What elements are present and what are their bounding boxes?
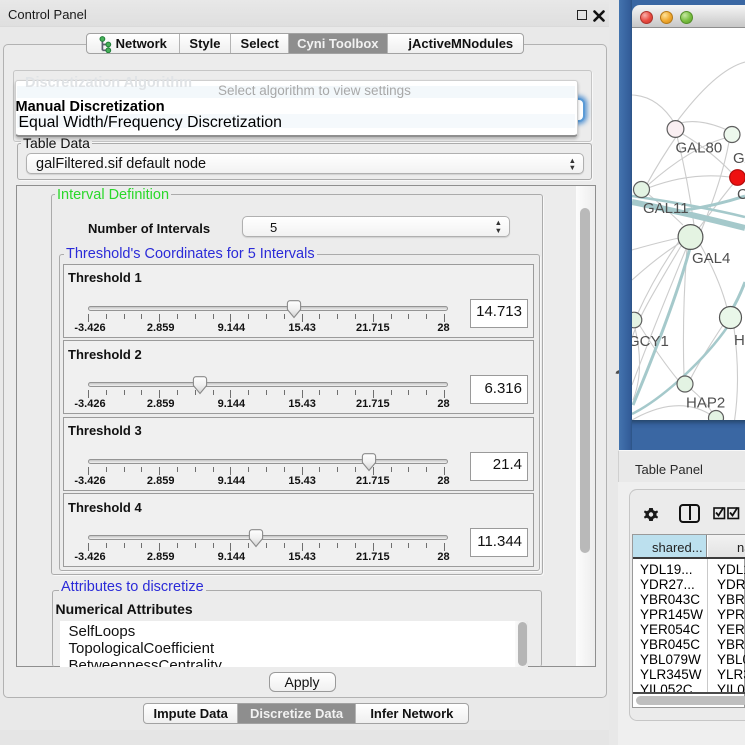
svg-text:GAL4: GAL4 [692,250,730,267]
svg-text:GA: GA [733,150,745,167]
svg-text:C: C [737,186,745,203]
svg-text:HAP2: HAP2 [686,395,725,412]
svg-text:GAL11: GAL11 [643,200,689,217]
svg-text:GAL80: GAL80 [676,140,723,157]
svg-text:HI: HI [734,332,745,349]
svg-text:GCY1: GCY1 [632,333,669,350]
